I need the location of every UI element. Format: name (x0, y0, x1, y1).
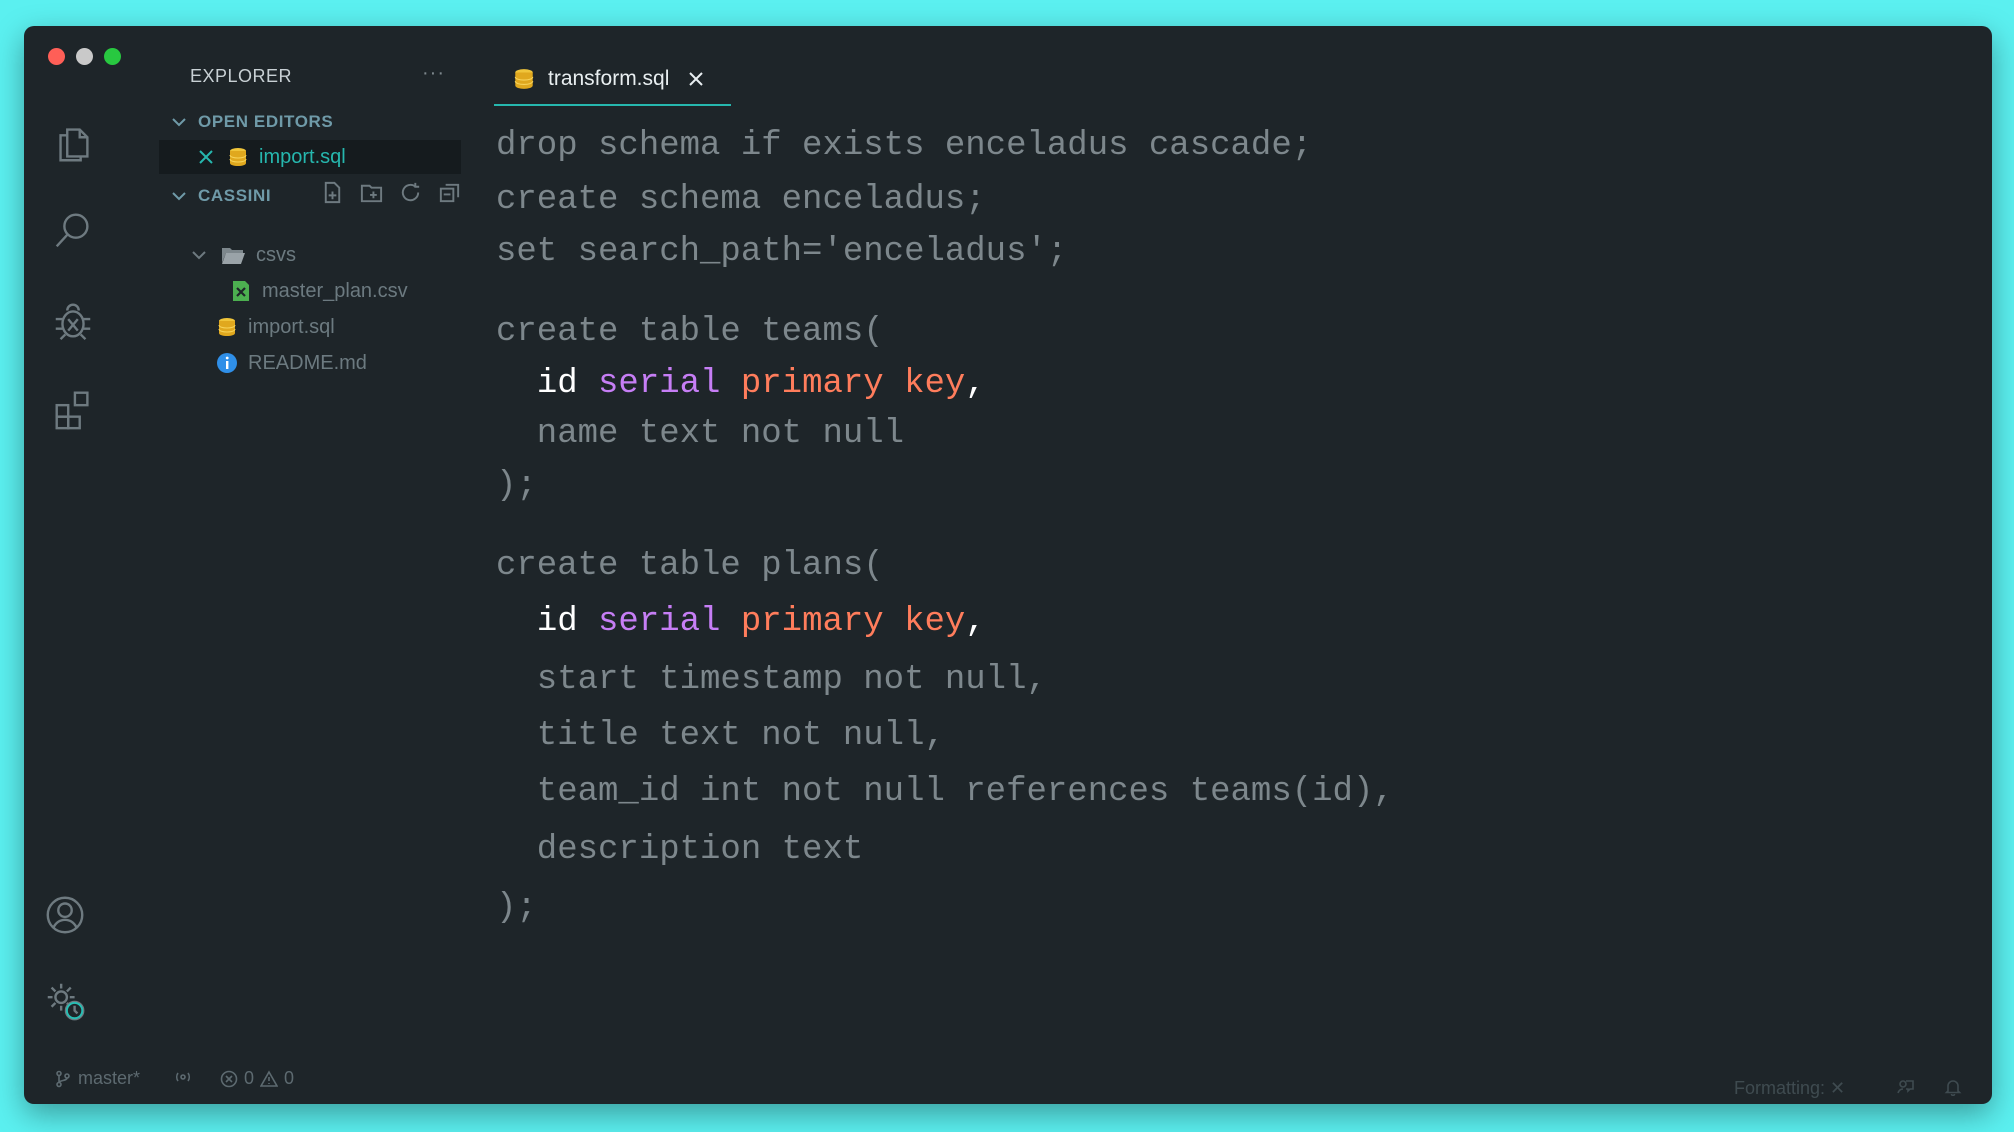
error-count: 0 (244, 1068, 255, 1088)
csv-file-icon (230, 280, 252, 302)
formatting-label: Formatting: ✕ (1734, 1078, 1846, 1098)
warning-icon (260, 1069, 279, 1087)
open-editor-item[interactable]: import.sql (159, 140, 461, 174)
tab-transform-sql[interactable]: transform.sql (494, 54, 731, 106)
sidebar-title: EXPLORER (190, 66, 293, 86)
refresh-icon[interactable] (398, 180, 423, 205)
code-line: create table teams( (496, 313, 884, 351)
search-icon[interactable] (48, 206, 98, 256)
error-icon (220, 1070, 238, 1087)
code-token: , (965, 365, 986, 403)
status-bar: master* 0 0 Formatting: ✕ (24, 1056, 1992, 1104)
open-editors-label: OPEN EDITORS (198, 112, 334, 131)
open-editors-section[interactable]: OPEN EDITORS (168, 108, 333, 136)
code-line: id serial primary key, (496, 362, 986, 406)
code-token: , (965, 603, 986, 641)
git-branch-icon (56, 1070, 70, 1087)
code-line: create table plans( (496, 547, 884, 585)
code-token: id (536, 365, 578, 403)
code-line: start timestamp not null, (496, 661, 1047, 699)
chevron-down-icon (188, 244, 210, 266)
code-token: id (536, 603, 578, 641)
more-actions-icon[interactable]: ··· (422, 62, 445, 85)
close-tab-icon[interactable] (687, 70, 705, 88)
code-token: primary key (740, 365, 966, 403)
open-editor-label: import.sql (259, 145, 346, 168)
collapse-all-icon[interactable] (437, 180, 462, 205)
chevron-down-icon (172, 192, 186, 201)
account-icon[interactable] (40, 890, 90, 940)
tree-item-label: import.sql (248, 315, 335, 338)
tree-item-label: README.md (248, 351, 367, 374)
sync-status[interactable] (174, 1068, 192, 1086)
branch-status[interactable]: master* (54, 1068, 140, 1089)
tree-item-label: master_plan.csv (262, 279, 408, 302)
code-line: id serial primary key, (496, 600, 986, 644)
extensions-icon[interactable] (48, 384, 98, 434)
activity-bar (24, 26, 154, 1104)
editor-window: EXPLORER ··· OPEN EDITORS import.sql CAS… (24, 26, 1992, 1104)
code-line: title text not null, (496, 717, 945, 755)
debug-icon[interactable] (48, 296, 98, 346)
code-token: serial (598, 603, 721, 641)
formatting-status[interactable]: Formatting: ✕ (1734, 1078, 1845, 1099)
settings-icon[interactable] (40, 976, 90, 1026)
tree-item-label: csvs (256, 243, 296, 266)
tree-file-readme[interactable]: README.md (216, 346, 367, 380)
branch-label: master* (78, 1068, 141, 1088)
tree-folder-csvs[interactable]: csvs (188, 238, 296, 272)
feedback-icon[interactable] (1896, 1078, 1914, 1096)
folder-open-icon (220, 244, 246, 266)
code-line: description text (496, 831, 864, 869)
chevron-down-icon (172, 118, 186, 127)
code-line: name text not null (496, 415, 905, 453)
project-section[interactable]: CASSINI (168, 182, 271, 210)
code-line: set search_path='enceladus'; (496, 233, 1068, 271)
broadcast-icon (175, 1072, 191, 1082)
code-line: create schema enceladus; (496, 181, 986, 219)
warning-count: 0 (284, 1068, 295, 1088)
code-line: team_id int not null references teams(id… (496, 773, 1394, 811)
code-line: ); (496, 889, 537, 927)
database-icon (227, 146, 249, 168)
problems-status[interactable]: 0 0 (220, 1068, 294, 1089)
tree-file-master-plan[interactable]: master_plan.csv (230, 274, 408, 308)
new-folder-icon[interactable] (359, 180, 384, 205)
code-line: drop schema if exists enceladus cascade; (496, 127, 1313, 165)
close-icon[interactable] (195, 146, 217, 168)
files-icon[interactable] (48, 118, 98, 168)
new-file-icon[interactable] (320, 180, 345, 205)
code-line: ); (496, 467, 537, 505)
project-toolbar (320, 180, 462, 205)
explorer-sidebar: EXPLORER ··· OPEN EDITORS import.sql CAS… (154, 26, 474, 1056)
database-icon (216, 316, 238, 338)
database-icon (514, 69, 534, 89)
tree-file-import-sql[interactable]: import.sql (216, 310, 335, 344)
code-token: primary key (740, 603, 966, 641)
code-token: serial (598, 365, 721, 403)
bell-icon[interactable] (1944, 1078, 1962, 1096)
project-label: CASSINI (198, 186, 272, 205)
info-icon (216, 352, 238, 374)
tab-label: transform.sql (548, 67, 670, 90)
